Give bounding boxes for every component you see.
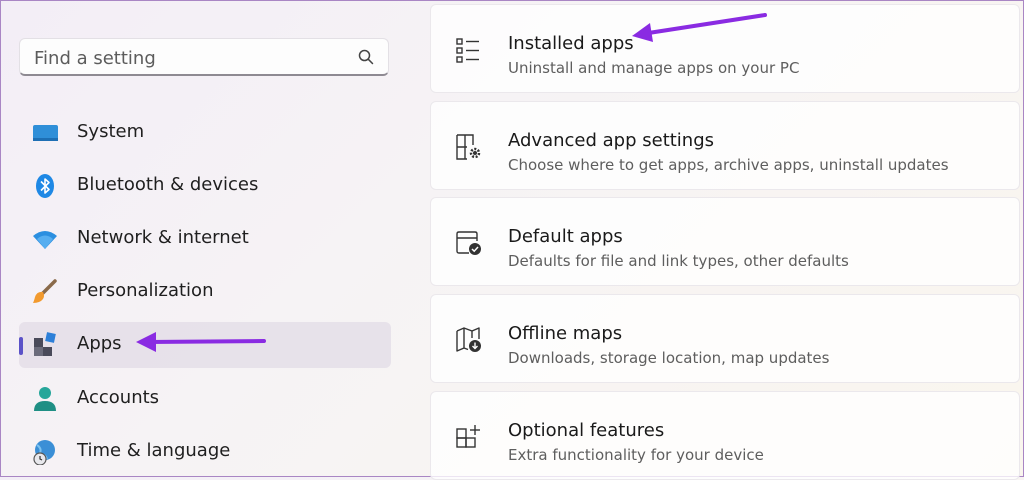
monitor-icon	[33, 125, 58, 141]
card-subtitle: Uninstall and manage apps on your PC	[508, 59, 800, 77]
apps-icon	[34, 332, 56, 356]
card-title: Default apps	[508, 226, 623, 247]
annotation-arrow-apps	[136, 332, 266, 352]
sidebar-item-bluetooth[interactable]: Bluetooth & devices	[19, 163, 391, 209]
search-icon[interactable]	[358, 49, 374, 65]
wifi-icon	[33, 231, 57, 249]
app-settings-icon	[456, 134, 481, 160]
search-box[interactable]: Find a setting	[19, 38, 389, 76]
bluetooth-icon	[36, 174, 54, 198]
sidebar-item-time-language[interactable]: Time & language	[19, 429, 391, 475]
card-title: Optional features	[508, 420, 665, 441]
card-subtitle: Downloads, storage location, map updates	[508, 349, 830, 367]
card-optional-features[interactable]: Optional features Extra functionality fo…	[430, 391, 1020, 480]
card-title: Installed apps	[508, 33, 634, 54]
card-subtitle: Defaults for file and link types, other …	[508, 252, 849, 270]
app-list-icon	[456, 38, 479, 63]
sidebar-item-network[interactable]: Network & internet	[19, 216, 391, 262]
card-title: Advanced app settings	[508, 130, 715, 151]
card-title: Offline maps	[508, 323, 623, 344]
sidebar-item-label: Apps	[77, 333, 122, 354]
sidebar-item-label: System	[77, 121, 145, 142]
paintbrush-icon	[33, 279, 57, 303]
card-advanced-app-settings[interactable]: Advanced app settings Choose where to ge…	[430, 101, 1020, 190]
optional-features-icon	[456, 425, 480, 448]
card-subtitle: Choose where to get apps, archive apps, …	[508, 156, 949, 174]
default-apps-icon	[456, 231, 481, 255]
sidebar-item-accounts[interactable]: Accounts	[19, 376, 391, 422]
person-icon	[34, 387, 56, 411]
sidebar-item-label: Personalization	[77, 280, 214, 301]
sidebar-item-personalization[interactable]: Personalization	[19, 269, 391, 315]
sidebar-item-label: Network & internet	[77, 227, 249, 248]
search-input[interactable]: Find a setting	[34, 48, 156, 69]
sidebar-item-label: Accounts	[77, 387, 160, 408]
annotation-arrow-installed-apps	[632, 13, 767, 42]
card-subtitle: Extra functionality for your device	[508, 446, 764, 464]
selection-indicator	[19, 337, 23, 355]
sidebar-item-label: Bluetooth & devices	[77, 174, 259, 195]
globe-clock-icon	[33, 440, 55, 465]
card-default-apps[interactable]: Default apps Defaults for file and link …	[430, 197, 1020, 286]
sidebar-item-system[interactable]: System	[19, 110, 391, 156]
card-offline-maps[interactable]: Offline maps Downloads, storage location…	[430, 294, 1020, 383]
offline-map-icon	[456, 327, 481, 352]
sidebar-item-label: Time & language	[77, 440, 231, 461]
